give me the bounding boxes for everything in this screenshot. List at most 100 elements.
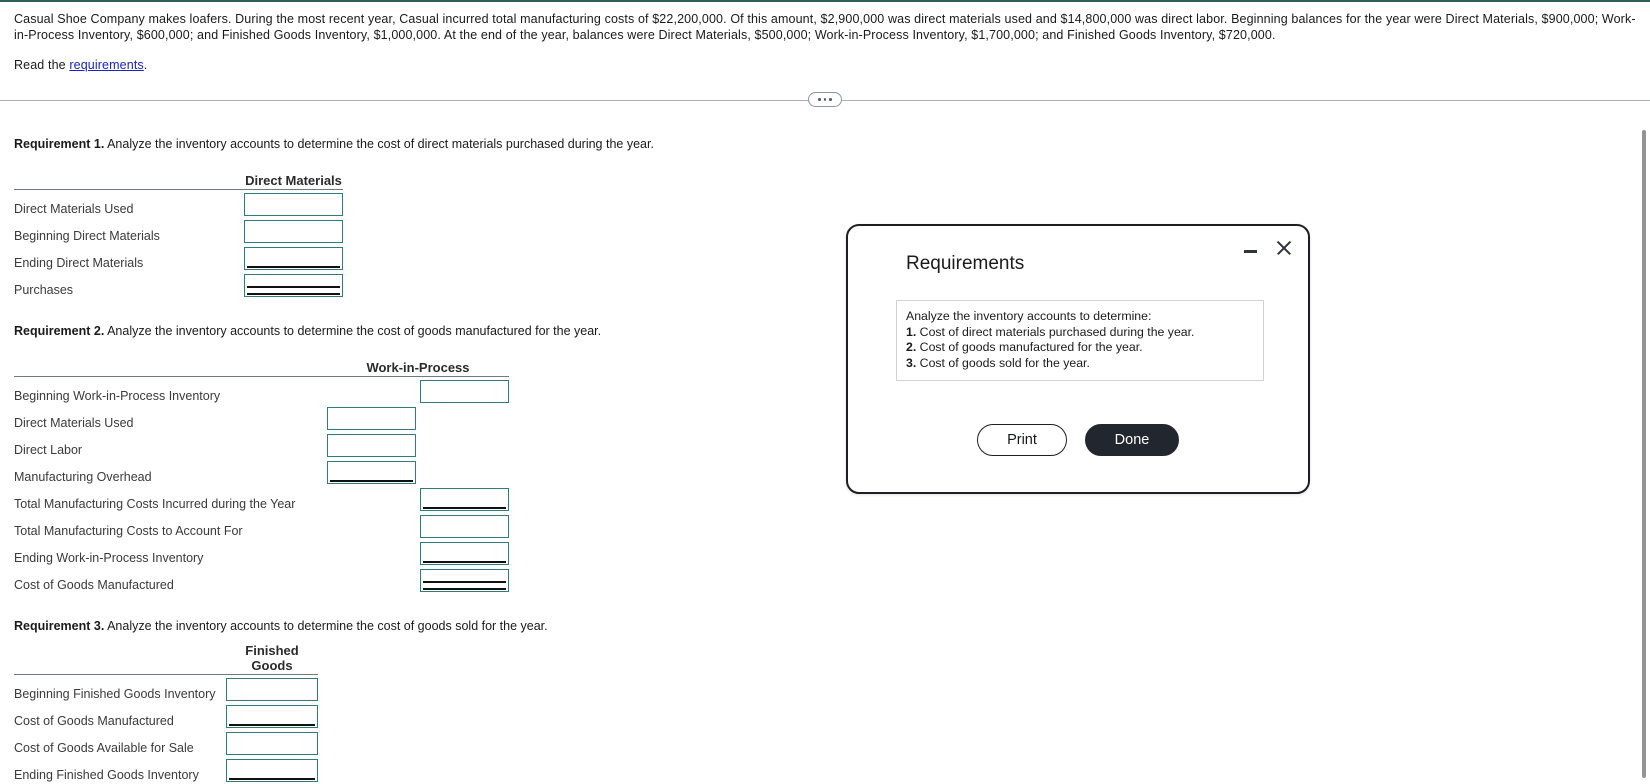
dialog-window-controls bbox=[1243, 238, 1294, 258]
amount-input[interactable] bbox=[420, 542, 509, 565]
amount-input[interactable] bbox=[244, 220, 343, 243]
table-row: Purchases bbox=[14, 270, 343, 297]
row-amount-cell-outer bbox=[420, 403, 509, 430]
row-label: Total Manufacturing Costs to Account For bbox=[14, 524, 243, 538]
row-label: Manufacturing Overhead bbox=[14, 470, 152, 484]
row-amount-cell bbox=[244, 270, 343, 297]
amount-input[interactable] bbox=[327, 434, 416, 457]
row-amount-cell-outer bbox=[420, 484, 509, 511]
row-amount-cell bbox=[244, 216, 343, 243]
work-in-process-table: Work-in-Process Beginning Work-in-Proces… bbox=[14, 348, 509, 592]
vertical-scrollbar-thumb[interactable] bbox=[1642, 130, 1646, 778]
dot-3-icon bbox=[829, 98, 832, 101]
row-label: Beginning Work-in-Process Inventory bbox=[14, 389, 221, 403]
row-label: Total Manufacturing Costs Incurred durin… bbox=[14, 497, 296, 511]
collapse-divider bbox=[0, 90, 1650, 110]
table-row: Direct Materials Used bbox=[14, 403, 509, 430]
row-label: Beginning Finished Goods Inventory bbox=[14, 687, 216, 701]
read-prefix: Read the bbox=[14, 58, 70, 72]
amount-input[interactable] bbox=[244, 274, 343, 297]
row-label: Ending Work-in-Process Inventory bbox=[14, 551, 204, 565]
amount-input[interactable] bbox=[420, 488, 509, 511]
requirements-link[interactable]: requirements bbox=[69, 58, 143, 72]
requirement-1-text: Analyze the inventory accounts to determ… bbox=[104, 137, 654, 151]
table-title-row: Finished Goods bbox=[14, 643, 318, 673]
requirement-2-label: Requirement 2. bbox=[14, 324, 105, 338]
row-label: Beginning Direct Materials bbox=[14, 229, 160, 243]
row-amount-cell-inner bbox=[327, 430, 416, 457]
requirements-dialog: Requirements Analyze the inventory accou… bbox=[846, 224, 1310, 494]
requirement-1-heading: Requirement 1. Analyze the inventory acc… bbox=[14, 136, 1636, 152]
read-suffix: . bbox=[143, 58, 148, 72]
amount-input[interactable] bbox=[226, 678, 318, 701]
row-label: Ending Finished Goods Inventory bbox=[14, 768, 199, 782]
table-row: Beginning Finished Goods Inventory bbox=[14, 674, 318, 701]
dialog-list-item-number: 1. bbox=[906, 324, 917, 339]
row-label: Cost of Goods Manufactured bbox=[14, 578, 174, 592]
amount-input[interactable] bbox=[244, 247, 343, 270]
dialog-list-item-text: Cost of direct materials purchased durin… bbox=[916, 324, 1195, 339]
row-amount-cell-outer bbox=[420, 538, 509, 565]
worksheet-page: Casual Shoe Company makes loafers. Durin… bbox=[0, 0, 1650, 784]
requirement-1-block: Requirement 1. Analyze the inventory acc… bbox=[0, 136, 1650, 297]
problem-statement: Casual Shoe Company makes loafers. Durin… bbox=[0, 2, 1650, 73]
amount-input[interactable] bbox=[226, 705, 318, 728]
row-amount-cell-inner bbox=[327, 457, 416, 484]
work-in-process-title: Work-in-Process bbox=[366, 360, 470, 375]
close-icon[interactable] bbox=[1274, 238, 1294, 258]
table-row: Ending Finished Goods Inventory bbox=[14, 755, 318, 782]
table-row: Ending Direct Materials bbox=[14, 243, 343, 270]
done-button[interactable]: Done bbox=[1085, 424, 1179, 456]
table-row: Beginning Direct Materials bbox=[14, 216, 343, 243]
amount-input[interactable] bbox=[244, 193, 343, 216]
row-amount-cell bbox=[244, 243, 343, 270]
table-row: Direct Materials Used bbox=[14, 189, 343, 216]
direct-materials-title: Direct Materials bbox=[245, 173, 342, 188]
amount-input[interactable] bbox=[226, 732, 318, 755]
row-amount-cell-outer bbox=[420, 565, 509, 592]
dot-2-icon bbox=[823, 98, 827, 101]
table-row: Ending Work-in-Process Inventory bbox=[14, 538, 509, 565]
row-amount-cell-outer bbox=[420, 430, 509, 457]
amount-input[interactable] bbox=[420, 380, 509, 403]
row-label: Direct Materials Used bbox=[14, 202, 134, 216]
dialog-list-item: 1. Cost of direct materials purchased du… bbox=[906, 325, 1254, 341]
dialog-actions: Print Done bbox=[848, 424, 1308, 456]
row-amount-cell-inner bbox=[327, 376, 416, 403]
dialog-list-item: 2. Cost of goods manufactured for the ye… bbox=[906, 340, 1254, 356]
dialog-list-item-text: Cost of goods sold for the year. bbox=[916, 355, 1090, 370]
row-label: Cost of Goods Available for Sale bbox=[14, 741, 194, 755]
dialog-list-item-text: Cost of goods manufactured for the year. bbox=[916, 340, 1143, 354]
row-amount-cell-outer bbox=[420, 376, 509, 403]
requirement-3-label: Requirement 3. bbox=[14, 619, 105, 633]
table-row: Manufacturing Overhead bbox=[14, 457, 509, 484]
finished-goods-title: Finished Goods bbox=[245, 643, 299, 673]
table-row: Total Manufacturing Costs Incurred durin… bbox=[14, 484, 509, 511]
row-amount-cell-inner bbox=[327, 403, 416, 430]
dialog-content-panel: Analyze the inventory accounts to determ… bbox=[896, 300, 1264, 381]
amount-input[interactable] bbox=[420, 515, 509, 538]
amount-input[interactable] bbox=[420, 569, 509, 592]
dialog-list-item: 3. Cost of goods sold for the year. bbox=[906, 356, 1254, 372]
minimize-icon[interactable] bbox=[1243, 241, 1258, 256]
collapse-handle-icon[interactable] bbox=[808, 92, 842, 107]
requirement-2-heading: Requirement 2. Analyze the inventory acc… bbox=[14, 323, 1636, 339]
row-amount-cell bbox=[226, 755, 318, 782]
print-button[interactable]: Print bbox=[977, 424, 1067, 456]
row-label: Direct Labor bbox=[14, 443, 83, 457]
finished-goods-table: Finished Goods Beginning Finished Goods … bbox=[14, 643, 318, 784]
amount-input[interactable] bbox=[327, 407, 416, 430]
dialog-title: Requirements bbox=[906, 253, 1025, 274]
requirement-3-heading: Requirement 3. Analyze the inventory acc… bbox=[14, 618, 1636, 634]
dialog-intro: Analyze the inventory accounts to determ… bbox=[906, 309, 1152, 323]
row-amount-cell-outer bbox=[420, 511, 509, 538]
amount-input[interactable] bbox=[327, 461, 416, 484]
dialog-list-item-number: 2. bbox=[906, 340, 917, 354]
row-amount-cell bbox=[226, 701, 318, 728]
requirement-3-text: Analyze the inventory accounts to determ… bbox=[104, 619, 548, 633]
amount-input[interactable] bbox=[226, 759, 318, 782]
dialog-list-item-number: 3. bbox=[906, 355, 917, 370]
row-amount-cell-inner bbox=[327, 565, 416, 592]
row-amount-cell-inner bbox=[327, 511, 416, 538]
row-label: Direct Materials Used bbox=[14, 416, 134, 430]
